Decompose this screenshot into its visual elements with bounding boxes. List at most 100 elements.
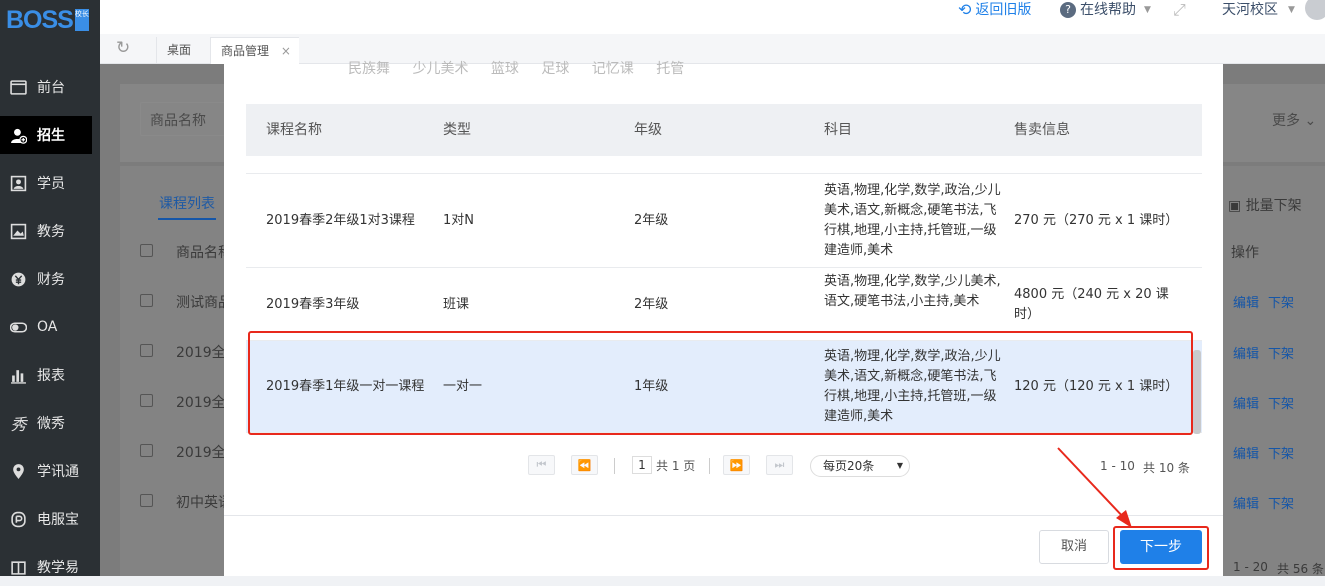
sidebar-item-xuexuntong[interactable]: 学讯通 <box>0 452 100 490</box>
off-link[interactable]: 下架 <box>1268 292 1294 311</box>
page-size-select[interactable]: 每页20条 ▼ <box>810 455 910 477</box>
off-link[interactable]: 下架 <box>1268 393 1294 412</box>
edit-link[interactable]: 编辑 <box>1233 443 1259 462</box>
tab-label: 商品管理 <box>221 44 270 58</box>
sidebar-item-label: 教学易 <box>37 560 79 576</box>
sidebar-item-label: 微秀 <box>37 416 65 432</box>
column-course-name: 课程名称 <box>266 122 322 138</box>
row-checkbox[interactable] <box>140 344 153 357</box>
course-subjects: 英语,物理,化学,数学,政治,少儿美术,语文,新概念,硬笔书法,飞行棋,地理,小… <box>824 183 1001 258</box>
select-all-checkbox[interactable] <box>140 244 153 257</box>
undo-icon: ⟲ <box>958 0 972 19</box>
sidebar-item-front-desk[interactable]: 前台 <box>0 68 100 106</box>
chevron-down-icon: ▼ <box>1144 5 1151 15</box>
table-row: 2019全 <box>176 445 226 461</box>
sidebar-item-finance[interactable]: 财务 <box>0 260 100 298</box>
tab-course-list[interactable]: 课程列表 <box>159 193 215 213</box>
yen-icon <box>10 271 27 288</box>
table-scrollbar[interactable] <box>1193 350 1201 434</box>
more-filter-toggle[interactable]: 更多 ⌄ <box>1272 110 1316 130</box>
next-page-icon: ⏩ <box>729 458 744 472</box>
table-row[interactable]: 2019春季1年级一对一 一对一 1年级 美术,一级建造师,美 120 元（12… <box>246 156 1202 174</box>
sidebar-item-dianfubao[interactable]: 电服宝 <box>0 500 100 538</box>
course-name: 2019春季2年级1对3课程 <box>266 213 415 228</box>
sidebar-item-weixiu[interactable]: 秀 微秀 <box>0 404 100 442</box>
pager-divider <box>614 458 615 474</box>
table-row[interactable]: 2019春季2年级1对3课程 1对N 2年级 英语,物理,化学,数学,政治,少儿… <box>246 174 1202 268</box>
edit-link[interactable]: 编辑 <box>1233 493 1259 512</box>
batch-off-button[interactable]: ▣ 批量下架 <box>1228 195 1302 215</box>
table-row: 2019全 <box>176 345 226 361</box>
sidebar-item-label: 前台 <box>37 80 65 96</box>
pager-range: 1 - 20 <box>1233 560 1268 574</box>
column-sale-info: 售卖信息 <box>1014 122 1070 138</box>
campus-label: 天河校区 <box>1222 2 1278 18</box>
batch-off-label: 批量下架 <box>1245 198 1302 214</box>
tab-product-management[interactable]: 商品管理 × <box>210 37 299 64</box>
sidebar-item-label: 招生 <box>37 128 65 144</box>
last-page-icon: ⏭ <box>774 458 785 471</box>
table-header: 课程名称 类型 年级 科目 售卖信息 <box>246 104 1202 156</box>
row-checkbox[interactable] <box>140 494 153 507</box>
category-tags[interactable]: 民族舞 少儿美术 篮球 足球 记忆课 托管 <box>348 58 684 78</box>
course-grade: 2年级 <box>634 213 669 228</box>
help-label: 在线帮助 <box>1080 2 1136 18</box>
app-logo[interactable]: BOSS 校长 <box>6 4 89 36</box>
course-subjects: 英语,物理,化学,数学,少儿美术,语文,硬笔书法,小主持,美术 <box>824 274 1001 309</box>
sidebar-item-reports[interactable]: 报表 <box>0 356 100 394</box>
table-row: 2019全 <box>176 395 226 411</box>
sidebar-item-oa[interactable]: OA <box>0 308 100 346</box>
edit-link[interactable]: 编辑 <box>1233 292 1259 311</box>
sidebar-item-academic[interactable]: 教务 <box>0 212 100 250</box>
location-icon <box>10 463 27 480</box>
help-icon: ? <box>1060 2 1076 18</box>
bar-chart-icon <box>10 367 27 384</box>
sidebar-item-students[interactable]: 学员 <box>0 164 100 202</box>
sidebar-item-enrollment[interactable]: 招生 <box>0 116 92 154</box>
avatar[interactable] <box>1305 0 1325 20</box>
annotation-arrow-icon <box>1057 447 1132 528</box>
close-icon[interactable]: × <box>281 44 291 58</box>
page-number-input[interactable]: 1 <box>632 456 652 474</box>
campus-selector[interactable]: 天河校区 ▼ <box>1222 0 1295 20</box>
fullscreen-icon[interactable]: ⤢ <box>1173 0 1186 20</box>
total-pages: 共 1 页 <box>656 459 696 473</box>
tab-desktop[interactable]: 桌面 <box>156 37 201 64</box>
row-checkbox[interactable] <box>140 394 153 407</box>
first-page-button[interactable]: ⏮ <box>528 455 555 475</box>
pager-divider <box>709 458 710 474</box>
back-old-label: 返回旧版 <box>975 2 1032 18</box>
refresh-icon[interactable]: ↻ <box>116 38 130 58</box>
off-link[interactable]: 下架 <box>1268 493 1294 512</box>
off-link[interactable]: 下架 <box>1268 443 1294 462</box>
highlight-selected-row <box>248 331 1193 435</box>
prev-page-icon: ⏪ <box>577 458 592 472</box>
book-icon <box>10 559 27 576</box>
sidebar: BOSS 校长 前台 招生 学员 教务 财务 OA 报表 秀 微秀 学讯通 电服… <box>0 0 100 576</box>
logo-text: BOSS <box>6 5 74 34</box>
xiu-icon: 秀 <box>10 415 27 434</box>
back-old-version-link[interactable]: ⟲ 返回旧版 <box>958 0 1031 20</box>
column-operations: 操作 <box>1231 245 1259 261</box>
last-page-button[interactable]: ⏭ <box>766 455 793 475</box>
phone-icon <box>10 511 27 528</box>
tab-underline <box>158 218 216 220</box>
cancel-button[interactable]: 取消 <box>1039 530 1109 564</box>
row-checkbox[interactable] <box>140 294 153 307</box>
off-link[interactable]: 下架 <box>1268 343 1294 362</box>
search-placeholder: 商品名称 <box>150 113 206 129</box>
online-help-menu[interactable]: ? 在线帮助 ▼ <box>1060 0 1151 20</box>
edit-link[interactable]: 编辑 <box>1233 343 1259 362</box>
column-subjects: 科目 <box>824 122 852 138</box>
next-page-button[interactable]: ⏩ <box>723 455 750 475</box>
course-sale-info: 270 元（270 元 x 1 课时） <box>1014 213 1179 228</box>
prev-page-button[interactable]: ⏪ <box>571 455 598 475</box>
row-checkbox[interactable] <box>140 444 153 457</box>
caret-down-icon: ▼ <box>896 461 903 470</box>
sidebar-item-jiaoxueyi[interactable]: 教学易 <box>0 548 100 586</box>
edit-link[interactable]: 编辑 <box>1233 393 1259 412</box>
pager-total: 共 10 条 <box>1143 461 1190 475</box>
add-user-icon <box>10 127 27 144</box>
logo-badge: 校长 <box>74 9 89 31</box>
sidebar-item-label: 财务 <box>37 272 65 288</box>
